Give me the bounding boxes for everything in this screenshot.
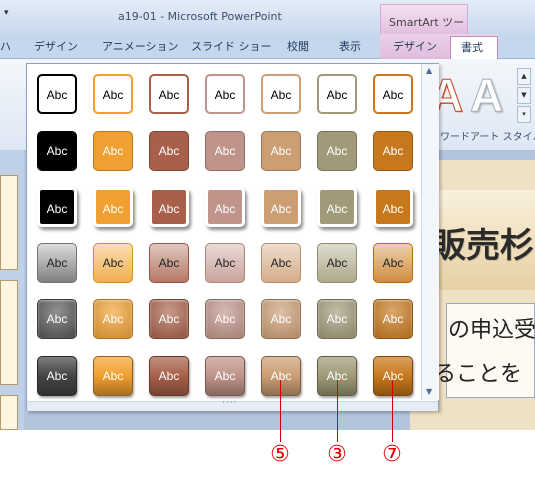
shape-style-fill-tan[interactable]: Abc bbox=[261, 131, 301, 171]
tab-design[interactable]: デザイン bbox=[34, 38, 78, 54]
shape-style-soft-pink[interactable]: Abc bbox=[205, 243, 245, 283]
slide-thumbnail[interactable] bbox=[0, 280, 18, 385]
shape-style-fill-brown[interactable]: Abc bbox=[149, 131, 189, 171]
slides-panel bbox=[0, 150, 24, 430]
shape-style-shadow-black[interactable]: Abc bbox=[37, 187, 77, 227]
gallery-scrollbar[interactable]: ▲ ▼ bbox=[421, 64, 439, 400]
shape-style-glow-brick[interactable]: Abc bbox=[149, 299, 189, 339]
shape-style-soft-peach[interactable]: Abc bbox=[93, 243, 133, 283]
callout-number-7: ⑦ bbox=[382, 442, 402, 467]
wordart-scroll-up-button[interactable]: ▲ bbox=[517, 68, 531, 85]
gallery-scroll-up-icon[interactable]: ▲ bbox=[426, 66, 432, 75]
shape-text-line-1[interactable]: の申込受 bbox=[448, 312, 535, 344]
shape-style-outline-black[interactable]: Abc bbox=[37, 74, 77, 114]
slide-thumbnail[interactable] bbox=[0, 395, 18, 430]
shape-style-outline-orange[interactable]: Abc bbox=[93, 74, 133, 114]
shape-style-soft-coral[interactable]: Abc bbox=[373, 243, 413, 283]
slide-thumbnail[interactable] bbox=[0, 175, 18, 270]
wordart-more-button[interactable]: ▾ bbox=[517, 106, 531, 123]
tab-slideshow[interactable]: スライド ショー bbox=[191, 38, 272, 54]
shape-style-outline-amber[interactable]: Abc bbox=[373, 74, 413, 114]
shape-style-outline-olive[interactable]: Abc bbox=[317, 74, 357, 114]
shape-style-glow-orange[interactable]: Abc bbox=[93, 299, 133, 339]
callout-line-5 bbox=[280, 380, 281, 442]
tab-format-label: 書式 bbox=[461, 41, 483, 54]
smartart-tools-tab-group: SmartArt ツール bbox=[380, 4, 468, 45]
shape-style-glow-tan[interactable]: Abc bbox=[261, 299, 301, 339]
wordart-group-label: ワードアート スタイル bbox=[440, 132, 535, 143]
shape-style-glow-dark[interactable]: Abc bbox=[37, 299, 77, 339]
tab-view[interactable]: 表示 bbox=[339, 38, 361, 54]
shape-style-shadow-rose[interactable]: Abc bbox=[205, 187, 245, 227]
shape-style-outline-brown[interactable]: Abc bbox=[149, 74, 189, 114]
shape-style-soft-khaki[interactable]: Abc bbox=[317, 243, 357, 283]
callout-number-5: ⑤ bbox=[270, 442, 290, 467]
tab-insert-partial[interactable]: ハ bbox=[0, 38, 11, 54]
shape-style-fill-black[interactable]: Abc bbox=[37, 131, 77, 171]
shape-style-shadow-amber[interactable]: Abc bbox=[373, 187, 413, 227]
callout-number-3: ③ bbox=[327, 442, 347, 467]
callout-line-7 bbox=[392, 380, 393, 442]
shape-style-fill-rose[interactable]: Abc bbox=[205, 131, 245, 171]
callout-line-3 bbox=[337, 380, 338, 442]
quick-access-dropdown-icon[interactable]: ▾ bbox=[4, 8, 9, 18]
shape-style-glow-orange2[interactable]: Abc bbox=[373, 299, 413, 339]
shape-style-shadow-orange[interactable]: Abc bbox=[93, 187, 133, 227]
wordart-scroll-down-button[interactable]: ▼ bbox=[517, 87, 531, 104]
shape-style-shadow-brown[interactable]: Abc bbox=[149, 187, 189, 227]
tab-animations[interactable]: アニメーション bbox=[102, 38, 179, 54]
shape-style-soft-gray[interactable]: Abc bbox=[37, 243, 77, 283]
resize-grip-dots[interactable]: ···· bbox=[222, 398, 237, 408]
shape-style-gloss-brick[interactable]: Abc bbox=[149, 356, 189, 396]
wordart-style-white[interactable]: A bbox=[469, 68, 503, 122]
shape-style-fill-olive[interactable]: Abc bbox=[317, 131, 357, 171]
tab-review[interactable]: 校閲 bbox=[287, 38, 309, 54]
gallery-scroll-down-icon[interactable]: ▼ bbox=[426, 387, 432, 396]
slide-heading-text[interactable]: 販売杉 bbox=[432, 218, 534, 267]
shape-style-soft-salmon[interactable]: Abc bbox=[149, 243, 189, 283]
shape-style-glow-mauve[interactable]: Abc bbox=[205, 299, 245, 339]
shape-text-line-2[interactable]: ることを bbox=[434, 356, 522, 388]
shape-style-shadow-olive[interactable]: Abc bbox=[317, 187, 357, 227]
wordart-gallery-scroller: ▲ ▼ ▾ bbox=[517, 68, 531, 123]
shape-style-fill-orange[interactable]: Abc bbox=[93, 131, 133, 171]
shape-style-gloss-dark[interactable]: Abc bbox=[37, 356, 77, 396]
tab-smartart-format[interactable]: 書式 bbox=[450, 36, 498, 59]
shape-style-glow-olive[interactable]: Abc bbox=[317, 299, 357, 339]
shape-style-outline-tan[interactable]: Abc bbox=[261, 74, 301, 114]
shape-style-gloss-orange[interactable]: Abc bbox=[93, 356, 133, 396]
shape-style-soft-apricot[interactable]: Abc bbox=[261, 243, 301, 283]
shape-style-fill-amber[interactable]: Abc bbox=[373, 131, 413, 171]
window-title: a19-01 - Microsoft PowerPoint bbox=[118, 10, 282, 23]
shape-style-shadow-tan[interactable]: Abc bbox=[261, 187, 301, 227]
shape-style-gloss-tan[interactable]: Abc bbox=[261, 356, 301, 396]
shape-style-outline-rose[interactable]: Abc bbox=[205, 74, 245, 114]
shape-style-gloss-mauve[interactable]: Abc bbox=[205, 356, 245, 396]
shape-style-gloss-orange2[interactable]: Abc bbox=[373, 356, 413, 396]
tab-smartart-design[interactable]: デザイン bbox=[393, 38, 437, 54]
